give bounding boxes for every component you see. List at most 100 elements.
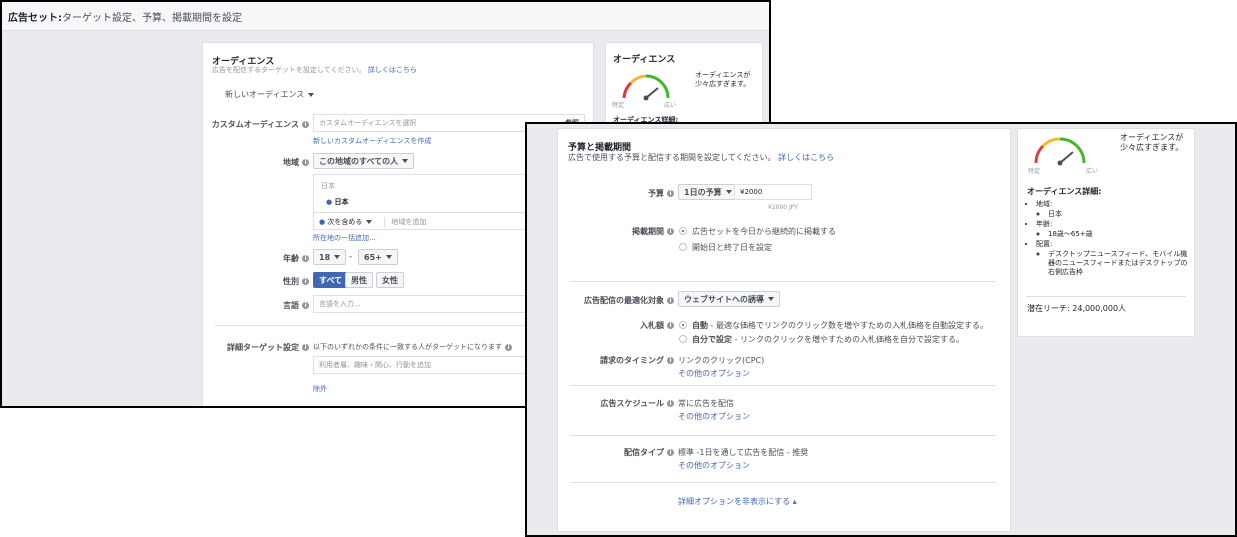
schedule-label: 掲載期間 i	[632, 226, 674, 237]
schedule-continuous-radio[interactable]	[679, 227, 687, 235]
divider	[570, 435, 996, 436]
front-screenshot: 予算と掲載期間 広告で使用する予算と配信する期間を設定してください。 詳しくはこ…	[525, 122, 1237, 537]
audience-desc: 広告を配信するターゲットを設定してください。	[212, 66, 366, 74]
bid-auto-radio[interactable]	[679, 321, 687, 329]
gender-label-text: 性別	[283, 277, 299, 286]
header-subtitle: ターゲット設定、予算、掲載期間を設定	[62, 12, 242, 24]
side-age-value: 18歳〜65+歳	[1048, 230, 1192, 239]
age-label-text: 年齢	[283, 254, 299, 263]
side-location-value: 日本	[1048, 210, 1192, 219]
side-status: オーディエンスが少々広すぎます。	[695, 71, 751, 88]
gauge-specific-label: 特定	[1028, 168, 1041, 175]
budget-panel: 予算と掲載期間 広告で使用する予算と配信する期間を設定してください。 詳しくはこ…	[557, 128, 1011, 532]
chevron-down-icon	[385, 255, 392, 259]
age-min-value: 18	[319, 252, 331, 262]
age-max-dropdown[interactable]: 65+	[358, 249, 398, 265]
gender-male-button[interactable]: 男性	[345, 272, 373, 288]
side-status: オーディエンスが少々広すぎます。	[1120, 133, 1184, 152]
budget-learn-more-link[interactable]: 詳しくはこちら	[778, 153, 834, 162]
ad-schedule-label-text: 広告スケジュール	[600, 399, 664, 408]
detailed-targeting-label: 詳細ターゲット設定 i	[227, 342, 309, 353]
budget-type-dropdown[interactable]: 1日の予算	[678, 184, 738, 200]
header-title: 広告セット:	[8, 12, 62, 24]
age-label: 年齢 i	[283, 253, 309, 264]
hide-advanced-options-link[interactable]: 詳細オプションを非表示にする ▴	[678, 496, 797, 507]
chevron-down-icon	[366, 219, 373, 224]
charge-label: 請求のタイミング i	[600, 355, 674, 366]
country-item-label: 日本	[334, 198, 349, 206]
location-type-dropdown[interactable]: この地域のすべての人	[313, 153, 415, 169]
country-header: 日本	[321, 182, 335, 190]
side-placement-value: デスクトップニュースフィード、モバイル機器のニュースフィードまたはデスクトップの…	[1048, 250, 1192, 277]
exclude-link[interactable]: 除外	[313, 384, 327, 394]
age-max-value: 65+	[364, 252, 382, 262]
info-icon: i	[302, 278, 309, 285]
optimization-dropdown[interactable]: ウェブサイトへの誘導	[678, 291, 780, 307]
chevron-down-icon	[402, 159, 409, 163]
budget-type-value: 1日の予算	[684, 187, 722, 197]
info-icon: i	[667, 322, 674, 329]
chevron-down-icon	[308, 92, 315, 97]
gender-all-button[interactable]: すべて	[313, 272, 349, 288]
side-details-title: オーディエンス詳細:	[1027, 187, 1102, 196]
info-icon: i	[667, 297, 674, 304]
info-icon: i	[505, 343, 512, 351]
divider	[1026, 296, 1186, 297]
divider	[570, 281, 996, 282]
bid-manual-radio[interactable]	[679, 335, 687, 343]
custom-audience-label: カスタムオーディエンス i	[212, 119, 309, 130]
side-placement-label: 配置:	[1036, 240, 1053, 248]
audience-learn-more-link[interactable]: 詳しくはこちら	[368, 66, 417, 74]
gender-female-button[interactable]: 女性	[376, 272, 404, 288]
side-placement-item: 配置: デスクトップニュースフィード、モバイル機器のニュースフィードまたはデスク…	[1036, 240, 1192, 277]
audience-gauge	[1030, 133, 1090, 167]
info-icon: i	[302, 302, 309, 309]
ad-schedule-label: 広告スケジュール i	[601, 398, 674, 409]
ad-schedule-value: 常に広告を配信	[678, 399, 734, 408]
language-label: 言語 i	[283, 300, 309, 311]
divider	[570, 482, 996, 483]
include-dropdown[interactable]: ● 次を含める	[319, 217, 373, 227]
location-pin-icon: ●	[326, 198, 333, 206]
audience-desc-line: 広告を配信するターゲットを設定してください。 詳しくはこちら	[212, 65, 417, 75]
ad-schedule-more-options-link[interactable]: その他のオプション	[678, 411, 750, 422]
schedule-dates-radio[interactable]	[679, 243, 687, 251]
custom-audience-placeholder: カスタムオーディエンスを選択	[319, 119, 417, 127]
info-icon: i	[302, 344, 309, 351]
delivery-type-label-text: 配信タイプ	[624, 448, 664, 457]
language-label-text: 言語	[283, 301, 299, 310]
info-icon: i	[302, 159, 309, 166]
bid-auto-strong: 自動	[692, 321, 708, 330]
budget-amount-input[interactable]: ¥2000	[734, 184, 812, 200]
budget-amount-value: ¥2000	[740, 188, 763, 196]
gauge-broad-label: 広い	[664, 102, 677, 109]
side-details-list: 地域: 日本 年齢: 18歳〜65+歳 配置: デスクトップニュースフィード、モ…	[1024, 199, 1192, 278]
info-icon: i	[667, 449, 674, 456]
gauge-broad-label: 広い	[1086, 168, 1099, 175]
age-min-dropdown[interactable]: 18	[313, 249, 347, 265]
chevron-down-icon	[725, 190, 732, 194]
bulk-add-locations-link[interactable]: 所在地の一括追加...	[313, 233, 376, 243]
detailed-targeting-placeholder: 利用者層、趣味・関心、行動を追加	[319, 361, 431, 369]
charge-value: リンクのクリック(CPC)	[678, 356, 765, 365]
delivery-more-options-link[interactable]: その他のオプション	[678, 460, 750, 471]
bid-manual-text: - リンクのクリックを増やすための入札価格を自分で設定する。	[732, 335, 964, 344]
add-location-input[interactable]: 地域を追加	[384, 216, 426, 227]
create-custom-audience-link[interactable]: 新しいカスタムオーディエンスを作成	[313, 136, 431, 146]
budget-label: 予算 i	[648, 188, 674, 199]
bid-auto-text: - 最適な価格でリンクのクリック数を増やすための入札価格を自動設定する。	[708, 321, 988, 330]
bid-manual-strong: 自分で設定	[692, 335, 732, 344]
new-audience-dropdown[interactable]: 新しいオーディエンス	[225, 89, 315, 100]
info-icon: i	[667, 357, 674, 364]
country-item: ● 日本	[326, 197, 349, 207]
age-separator: -	[349, 252, 352, 261]
budget-desc: 広告で使用する予算と配信する期間を設定してください。	[568, 153, 776, 162]
language-placeholder: 言語を入力...	[319, 300, 361, 308]
bid-manual-label: 自分で設定 - リンクのクリックを増やすための入札価格を自分で設定する。	[692, 334, 964, 345]
budget-currency-note: ¥2000 JPY	[768, 204, 798, 211]
info-icon: i	[667, 190, 674, 197]
charge-label-text: 請求のタイミング	[600, 356, 664, 365]
location-label-text: 地域	[283, 158, 299, 167]
charge-more-options-link[interactable]: その他のオプション	[678, 368, 750, 379]
optimization-label: 広告配信の最適化対象 i	[584, 295, 674, 306]
